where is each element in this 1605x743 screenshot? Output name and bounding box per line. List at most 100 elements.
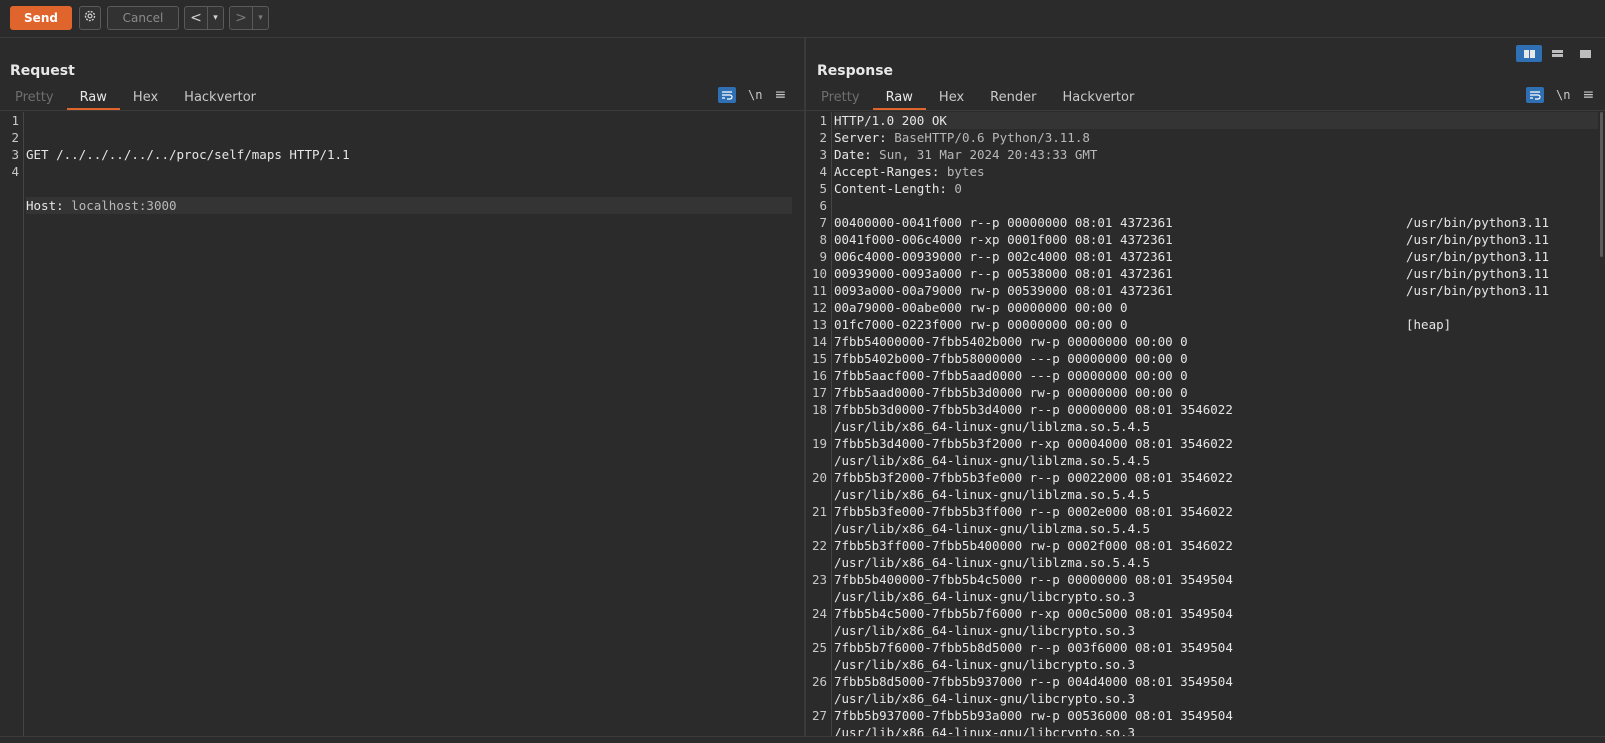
code-line: 7fbb5b3d4000-7fbb5b3f2000 r-xp 00004000 … bbox=[834, 435, 1598, 452]
toolbar: Send Cancel < ▾ > ▾ bbox=[0, 0, 1605, 38]
line-number bbox=[806, 452, 827, 469]
line-number bbox=[806, 656, 827, 673]
response-line-text: /usr/lib/x86_64-linux-gnu/libcrypto.so.3 bbox=[834, 691, 1136, 706]
forward-button[interactable]: > ▾ bbox=[229, 6, 269, 30]
response-code: HTTP/1.0 200 OK Server: BaseHTTP/0.6 Pyth… bbox=[834, 112, 1598, 736]
code-line: /usr/lib/x86_64-linux-gnu/liblzma.so.5.4… bbox=[834, 554, 1598, 571]
request-title: Request bbox=[10, 63, 75, 79]
code-line: /usr/lib/x86_64-linux-gnu/libcrypto.so.3 bbox=[834, 656, 1598, 673]
response-line-text: 7fbb5b3ff000-7fbb5b400000 rw-p 0002f000 … bbox=[834, 538, 1233, 553]
response-tab-pretty[interactable]: Pretty bbox=[808, 87, 873, 109]
line-number: 18 bbox=[811, 402, 827, 417]
mapped-path: /usr/bin/python3.11 bbox=[1406, 232, 1549, 247]
line-number: 21 bbox=[811, 504, 827, 519]
line-number: 3 bbox=[819, 147, 827, 162]
response-tab-hackvertor[interactable]: Hackvertor bbox=[1049, 87, 1147, 109]
response-tab-render[interactable]: Render bbox=[977, 87, 1049, 109]
response-line-text: /usr/lib/x86_64-linux-gnu/libcrypto.so.3 bbox=[834, 725, 1136, 736]
word-wrap-icon[interactable] bbox=[718, 87, 736, 103]
response-line-text: 7fbb5b8d5000-7fbb5b937000 r--p 004d4000 … bbox=[834, 674, 1233, 689]
response-line-text: /usr/lib/x86_64-linux-gnu/liblzma.so.5.4… bbox=[834, 487, 1151, 502]
response-line-text: 7fbb5aacf000-7fbb5aad0000 ---p 00000000 … bbox=[834, 368, 1188, 383]
back-dropdown-icon[interactable]: ▾ bbox=[208, 13, 223, 23]
mapped-path: [heap] bbox=[1406, 317, 1452, 332]
response-line-text: 7fbb5aad0000-7fbb5b3d0000 rw-p 00000000 … bbox=[834, 385, 1188, 400]
response-tab-raw[interactable]: Raw bbox=[872, 87, 927, 110]
code-line: 00939000-0093a000 r--p 00538000 08:01 43… bbox=[834, 265, 1598, 282]
request-tab-hackvertor[interactable]: Hackvertor bbox=[171, 87, 269, 109]
response-line-text: 7fbb5402b000-7fbb58000000 ---p 00000000 … bbox=[834, 351, 1188, 366]
header-name: Server: bbox=[834, 130, 887, 145]
code-line: 7fbb5b400000-7fbb5b4c5000 r--p 00000000 … bbox=[834, 571, 1598, 588]
columns-icon bbox=[1523, 49, 1535, 58]
response-line-text: /usr/lib/x86_64-linux-gnu/liblzma.so.5.4… bbox=[834, 521, 1151, 536]
code-line: Host: localhost:3000 bbox=[26, 197, 792, 214]
header-value: localhost:3000 bbox=[63, 198, 177, 213]
response-line-numbers: 1 2 3 4 5 6 7 8 9 10 11 12 13 14 15 16 17 18 19 20 21 22 23 24 2… bbox=[806, 112, 827, 736]
request-tab-pretty[interactable]: Pretty bbox=[2, 87, 67, 109]
cancel-button[interactable]: Cancel bbox=[107, 6, 179, 30]
forward-arrow[interactable]: > bbox=[230, 7, 253, 29]
response-line-text: 00939000-0093a000 r--p 00538000 08:01 43… bbox=[834, 266, 1173, 281]
layout-stacked-button[interactable] bbox=[1544, 45, 1570, 62]
word-wrap-icon[interactable] bbox=[1526, 87, 1544, 103]
line-number bbox=[806, 588, 827, 605]
layout-side-by-side-button[interactable] bbox=[1516, 45, 1542, 62]
line-number: 1 bbox=[11, 113, 19, 128]
code-line: 7fbb5b4c5000-7fbb5b7f6000 r-xp 000c5000 … bbox=[834, 605, 1598, 622]
code-line: 7fbb5b3fe000-7fbb5b3ff000 r--p 0002e000 … bbox=[834, 503, 1598, 520]
newline-toggle-icon[interactable]: \n bbox=[748, 88, 762, 102]
layout-single-button[interactable] bbox=[1572, 45, 1598, 62]
response-title: Response bbox=[817, 63, 894, 79]
header-name: Date: bbox=[834, 147, 872, 162]
request-editor[interactable]: 1 2 3 4 GET /../../../../../proc/self/ma… bbox=[0, 112, 792, 736]
response-editor[interactable]: 1 2 3 4 5 6 7 8 9 10 11 12 13 14 15 16 17 18 19 20 21 22 23 24 2… bbox=[806, 112, 1598, 736]
response-line-text: /usr/lib/x86_64-linux-gnu/liblzma.so.5.4… bbox=[834, 453, 1151, 468]
code-line: Accept-Ranges: bytes bbox=[834, 163, 1598, 180]
response-line-text: 7fbb5b3fe000-7fbb5b3ff000 r--p 0002e000 … bbox=[834, 504, 1233, 519]
settings-button[interactable] bbox=[79, 6, 101, 30]
line-number bbox=[806, 690, 827, 707]
mapped-path: /usr/bin/python3.11 bbox=[1406, 249, 1549, 264]
newline-toggle-icon[interactable]: \n bbox=[1556, 88, 1570, 102]
code-line: /usr/lib/x86_64-linux-gnu/liblzma.so.5.4… bbox=[834, 486, 1598, 503]
request-tab-hex[interactable]: Hex bbox=[120, 87, 171, 109]
code-line: 01fc7000-0223f000 rw-p 00000000 00:00 0 [… bbox=[834, 316, 1598, 333]
menu-icon[interactable]: ≡ bbox=[1582, 87, 1594, 103]
code-line: /usr/lib/x86_64-linux-gnu/libcrypto.so.3 bbox=[834, 622, 1598, 639]
code-line: /usr/lib/x86_64-linux-gnu/liblzma.so.5.4… bbox=[834, 452, 1598, 469]
menu-icon[interactable]: ≡ bbox=[774, 87, 786, 103]
forward-dropdown-icon[interactable]: ▾ bbox=[253, 13, 268, 23]
line-number bbox=[806, 554, 827, 571]
header-value: BaseHTTP/0.6 Python/3.11.8 bbox=[886, 130, 1090, 145]
line-number: 6 bbox=[819, 198, 827, 213]
gutter-divider bbox=[23, 112, 24, 736]
response-editor-tools: \n ≡ bbox=[1526, 87, 1594, 103]
response-line-text: 00a79000-00abe000 rw-p 00000000 00:00 0 bbox=[834, 300, 1128, 315]
code-line: 006c4000-00939000 r--p 002c4000 08:01 43… bbox=[834, 248, 1598, 265]
header-value: bytes bbox=[939, 164, 985, 179]
line-number: 11 bbox=[811, 283, 827, 298]
line-number: 4 bbox=[819, 164, 827, 179]
line-number: 13 bbox=[811, 317, 827, 332]
request-tab-raw[interactable]: Raw bbox=[66, 87, 121, 110]
mapped-path: /usr/bin/python3.11 bbox=[1406, 215, 1549, 230]
send-button[interactable]: Send bbox=[10, 6, 72, 30]
code-line: 7fbb5b8d5000-7fbb5b937000 r--p 004d4000 … bbox=[834, 673, 1598, 690]
request-code: GET /../../../../../proc/self/maps HTTP/… bbox=[26, 112, 792, 350]
header-name: Content-Length: bbox=[834, 181, 947, 196]
rows-icon bbox=[1551, 50, 1563, 57]
code-line: 7fbb5aacf000-7fbb5aad0000 ---p 00000000 … bbox=[834, 367, 1598, 384]
request-line-text: GET /../../../../../proc/self/maps HTTP/… bbox=[26, 147, 350, 162]
response-scrollbar[interactable] bbox=[1600, 112, 1603, 257]
response-tab-hex[interactable]: Hex bbox=[926, 87, 977, 109]
line-number: 26 bbox=[811, 674, 827, 689]
code-line: 7fbb5402b000-7fbb58000000 ---p 00000000 … bbox=[834, 350, 1598, 367]
back-arrow[interactable]: < bbox=[185, 7, 208, 29]
response-line-text: 01fc7000-0223f000 rw-p 00000000 00:00 0 bbox=[834, 317, 1128, 332]
gear-icon bbox=[83, 9, 97, 27]
back-button[interactable]: < ▾ bbox=[184, 6, 224, 30]
line-number: 1 bbox=[819, 113, 827, 128]
response-line-text: 00400000-0041f000 r--p 00000000 08:01 43… bbox=[834, 215, 1173, 230]
